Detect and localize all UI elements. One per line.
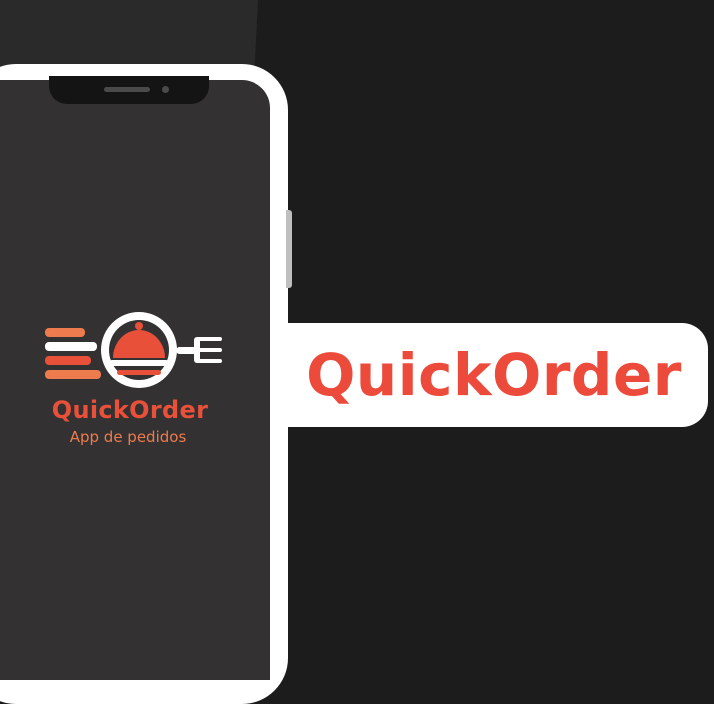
cloche-fork-logo-icon	[40, 304, 230, 396]
app-name: QuickOrder	[51, 396, 209, 424]
phone-side-button	[286, 210, 292, 288]
brand-banner: QuickOrder	[284, 323, 708, 427]
brand-banner-title: QuickOrder	[306, 341, 682, 409]
camera-icon	[162, 86, 169, 93]
speaker-icon	[104, 87, 150, 92]
app-subtitle: App de pedidos	[69, 428, 187, 446]
